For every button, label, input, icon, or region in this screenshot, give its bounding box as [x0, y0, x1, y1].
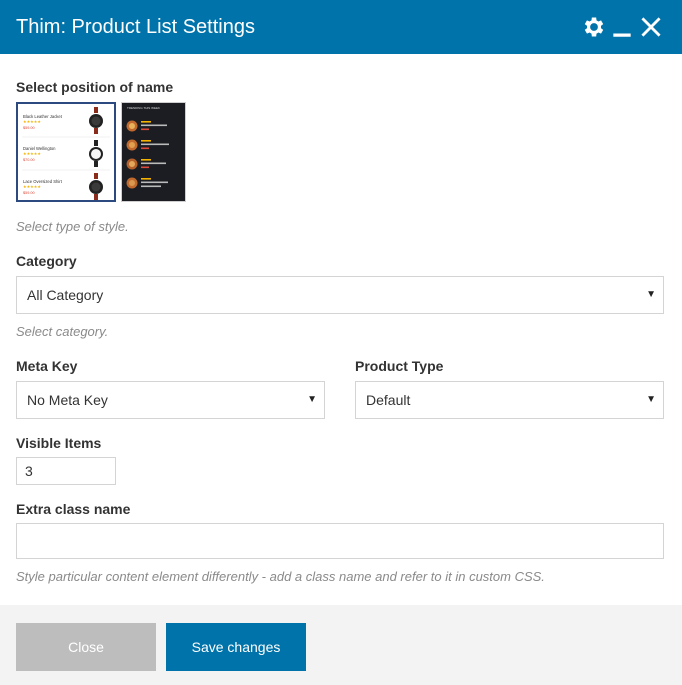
dropdown-arrow-icon: ▼ [646, 394, 656, 405]
minimize-icon[interactable] [609, 14, 635, 40]
product-type-label: Product Type [355, 358, 444, 374]
close-button[interactable]: Close [16, 623, 156, 671]
svg-text:★★★★★: ★★★★★ [23, 151, 41, 156]
extra-class-input[interactable] [16, 523, 664, 559]
category-select[interactable]: All Category ▼ [16, 276, 664, 314]
category-label: Category [16, 253, 77, 269]
dialog-title: Thim: Product List Settings [16, 16, 255, 38]
thumb-item-price: $70.00 [23, 158, 35, 162]
close-icon[interactable] [638, 14, 664, 40]
svg-text:★★★★★: ★★★★★ [23, 119, 41, 124]
style-option-dark[interactable]: TRENDING THIS WEEK [121, 102, 186, 202]
thumb-item-price: $59.00 [23, 191, 35, 195]
position-label: Select position of name [16, 79, 174, 95]
settings-dialog: Thim: Product List Settings Select posit… [0, 0, 682, 685]
thumb-heading: TRENDING THIS WEEK [127, 106, 160, 110]
svg-text:★★★★★: ★★★★★ [23, 184, 41, 189]
category-hint: Select category. [16, 324, 109, 339]
product-type-select[interactable]: Default ▼ [355, 381, 664, 419]
save-changes-button[interactable]: Save changes [166, 623, 306, 671]
visible-items-input[interactable] [16, 457, 116, 485]
extra-class-hint: Style particular content element differe… [16, 569, 545, 584]
dialog-footer: Close Save changes [0, 605, 682, 685]
gear-icon[interactable] [581, 14, 607, 40]
visible-items-label: Visible Items [16, 435, 102, 451]
dropdown-arrow-icon: ▼ [646, 289, 656, 300]
dialog-header: Thim: Product List Settings [0, 0, 682, 54]
product-type-value: Default [366, 392, 411, 408]
position-hint: Select type of style. [16, 219, 129, 234]
category-value: All Category [27, 287, 104, 303]
meta-key-value: No Meta Key [27, 392, 108, 408]
meta-key-label: Meta Key [16, 358, 78, 374]
meta-key-select[interactable]: No Meta Key ▼ [16, 381, 325, 419]
thumb-item-price: $59.00 [23, 126, 35, 130]
extra-class-label: Extra class name [16, 501, 131, 517]
style-option-light[interactable]: Black Leather Jacket ★★★★★ $59.00 Daniel… [16, 102, 116, 202]
dropdown-arrow-icon: ▼ [307, 394, 317, 405]
